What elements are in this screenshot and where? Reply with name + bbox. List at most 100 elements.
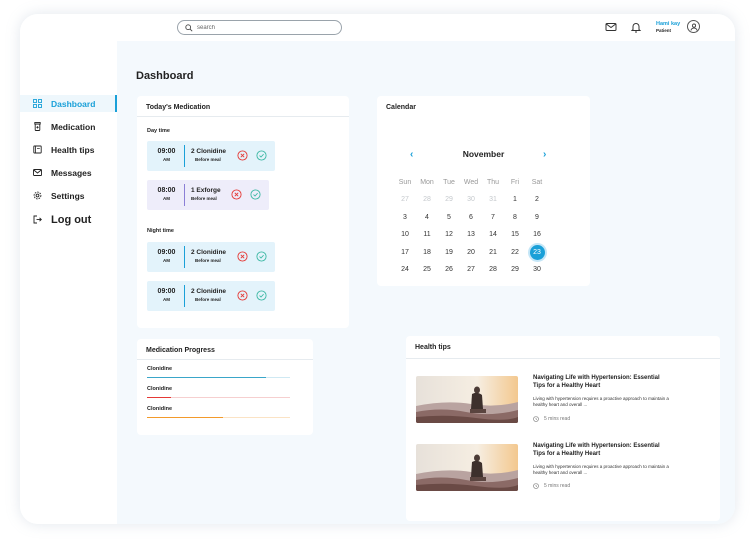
avatar[interactable] — [687, 20, 700, 33]
accept-icon[interactable] — [256, 290, 267, 301]
medicine-name: 2 Clonidine — [191, 288, 227, 295]
progress-label: Clonidine — [147, 406, 173, 412]
tip-title[interactable]: Navigating Life with Hypertension: Essen… — [533, 442, 673, 458]
calendar-day[interactable]: 14 — [484, 228, 502, 241]
read-time: 5 mins read — [533, 483, 570, 489]
medicine-name: 2 Clonidine — [191, 148, 227, 155]
calendar-day[interactable]: 27 — [462, 263, 480, 276]
calendar-day[interactable]: 28 — [484, 263, 502, 276]
sidebar-item-messages[interactable]: Messages — [20, 164, 117, 181]
reject-icon[interactable] — [237, 150, 248, 161]
accept-icon[interactable] — [256, 251, 267, 262]
calendar-day[interactable]: 29 — [506, 263, 524, 276]
calendar-day[interactable]: 31 — [484, 193, 502, 206]
user-name: Hami kay — [656, 21, 681, 27]
medication-entry[interactable]: 09:00 AM 2 Clonidine Before meal — [147, 141, 275, 171]
clock-icon — [533, 483, 539, 489]
accept-icon[interactable] — [256, 150, 267, 161]
tip-image[interactable] — [416, 444, 518, 491]
calendar-day[interactable]: 26 — [440, 263, 458, 276]
reject-icon[interactable] — [237, 251, 248, 262]
mail-icon[interactable] — [605, 21, 617, 33]
sidebar-item-label: Settings — [51, 190, 85, 201]
divider — [137, 359, 313, 360]
chevron-left-icon[interactable]: ‹ — [410, 149, 413, 160]
calendar-day[interactable]: 3 — [396, 211, 414, 224]
user-role: Patient — [656, 28, 672, 33]
calendar-day[interactable]: 13 — [462, 228, 480, 241]
progress-fill — [147, 417, 223, 418]
calendar-day[interactable]: 29 — [440, 193, 458, 206]
progress-fill — [147, 377, 266, 378]
calendar-month: November — [462, 149, 505, 159]
calendar-day[interactable]: 30 — [528, 263, 546, 276]
calendar-day[interactable]: 5 — [440, 211, 458, 224]
tip-title[interactable]: Navigating Life with Hypertension: Essen… — [533, 374, 673, 390]
medication-entry[interactable]: 09:00 AM 2 Clonidine Before meal — [147, 281, 275, 311]
calendar-day[interactable]: 2 — [528, 193, 546, 206]
calendar-day[interactable]: 10 — [396, 228, 414, 241]
sidebar-item-label: Log out — [51, 213, 92, 226]
sidebar-item-label: Messages — [51, 167, 92, 178]
calendar-day[interactable]: 19 — [440, 246, 458, 259]
sidebar-item-log-out[interactable]: Log out — [20, 211, 117, 228]
calendar-day[interactable]: 6 — [462, 211, 480, 224]
calendar-day[interactable]: 22 — [506, 246, 524, 259]
ampm-text: AM — [163, 157, 170, 162]
medication-entry[interactable]: 08:00 AM 1 Exforge Before meal — [147, 180, 269, 210]
sidebar-item-label: Health tips — [51, 144, 95, 155]
accept-icon[interactable] — [250, 189, 261, 200]
calendar-day[interactable]: 24 — [396, 263, 414, 276]
weekday-label: Sun — [398, 179, 412, 186]
dose-note: Before meal — [191, 196, 217, 201]
calendar-day[interactable]: 21 — [484, 246, 502, 259]
calendar-day[interactable]: 16 — [528, 228, 546, 241]
search-box[interactable] — [177, 20, 342, 35]
calendar-day[interactable]: 27 — [396, 193, 414, 206]
logout-icon — [33, 215, 42, 224]
calendar-day[interactable]: 30 — [462, 193, 480, 206]
card-title: Medication Progress — [146, 347, 215, 354]
calendar-day[interactable]: 9 — [528, 211, 546, 224]
weekday-label: Sat — [531, 179, 543, 186]
sidebar-item-dashboard[interactable]: Dashboard — [20, 95, 117, 112]
medicine-name: 1 Exforge — [191, 187, 221, 194]
calendar-day[interactable]: 12 — [440, 228, 458, 241]
reject-icon[interactable] — [231, 189, 242, 200]
bell-icon[interactable] — [630, 21, 642, 33]
reject-icon[interactable] — [237, 290, 248, 301]
sidebar-item-health-tips[interactable]: Health tips — [20, 141, 117, 158]
top-bar: Hami kay Patient — [20, 14, 735, 41]
calendar-day[interactable]: 7 — [484, 211, 502, 224]
landscape-image — [416, 444, 518, 491]
calendar-day[interactable]: 11 — [418, 228, 436, 241]
calendar-day[interactable]: 4 — [418, 211, 436, 224]
medication-entry[interactable]: 09:00 AM 2 Clonidine Before meal — [147, 242, 275, 272]
calendar-day[interactable]: 18 — [418, 246, 436, 259]
calendar-day[interactable]: 25 — [418, 263, 436, 276]
calendar-day[interactable]: 23 — [528, 244, 546, 260]
calendar-day[interactable]: 15 — [506, 228, 524, 241]
book-icon — [33, 145, 42, 154]
medicine-name: 2 Clonidine — [191, 249, 227, 256]
sidebar-item-medication[interactable]: Medication — [20, 118, 117, 135]
dose-time: 09:00 AM — [154, 147, 179, 164]
todays-medication-card: Today's Medication Day time 09:00 AM 2 C… — [137, 96, 349, 328]
calendar-day[interactable]: 8 — [506, 211, 524, 224]
progress-track — [147, 397, 290, 398]
tip-image[interactable] — [416, 376, 518, 423]
weekday-label: Tue — [443, 179, 455, 186]
chevron-right-icon[interactable]: › — [543, 149, 546, 160]
sidebar-item-settings[interactable]: Settings — [20, 187, 117, 204]
page-title: Dashboard — [136, 70, 194, 82]
dose-time: 09:00 AM — [154, 248, 179, 265]
search-input[interactable] — [197, 24, 327, 31]
calendar-day[interactable]: 28 — [418, 193, 436, 206]
day-time-label: Day time — [147, 128, 170, 134]
time-text: 09:00 — [157, 249, 176, 256]
calendar-day[interactable]: 17 — [396, 246, 414, 259]
user-info[interactable]: Hami kay Patient — [656, 21, 680, 34]
calendar-day[interactable]: 20 — [462, 246, 480, 259]
progress-track — [147, 377, 290, 378]
calendar-day[interactable]: 1 — [506, 193, 524, 206]
